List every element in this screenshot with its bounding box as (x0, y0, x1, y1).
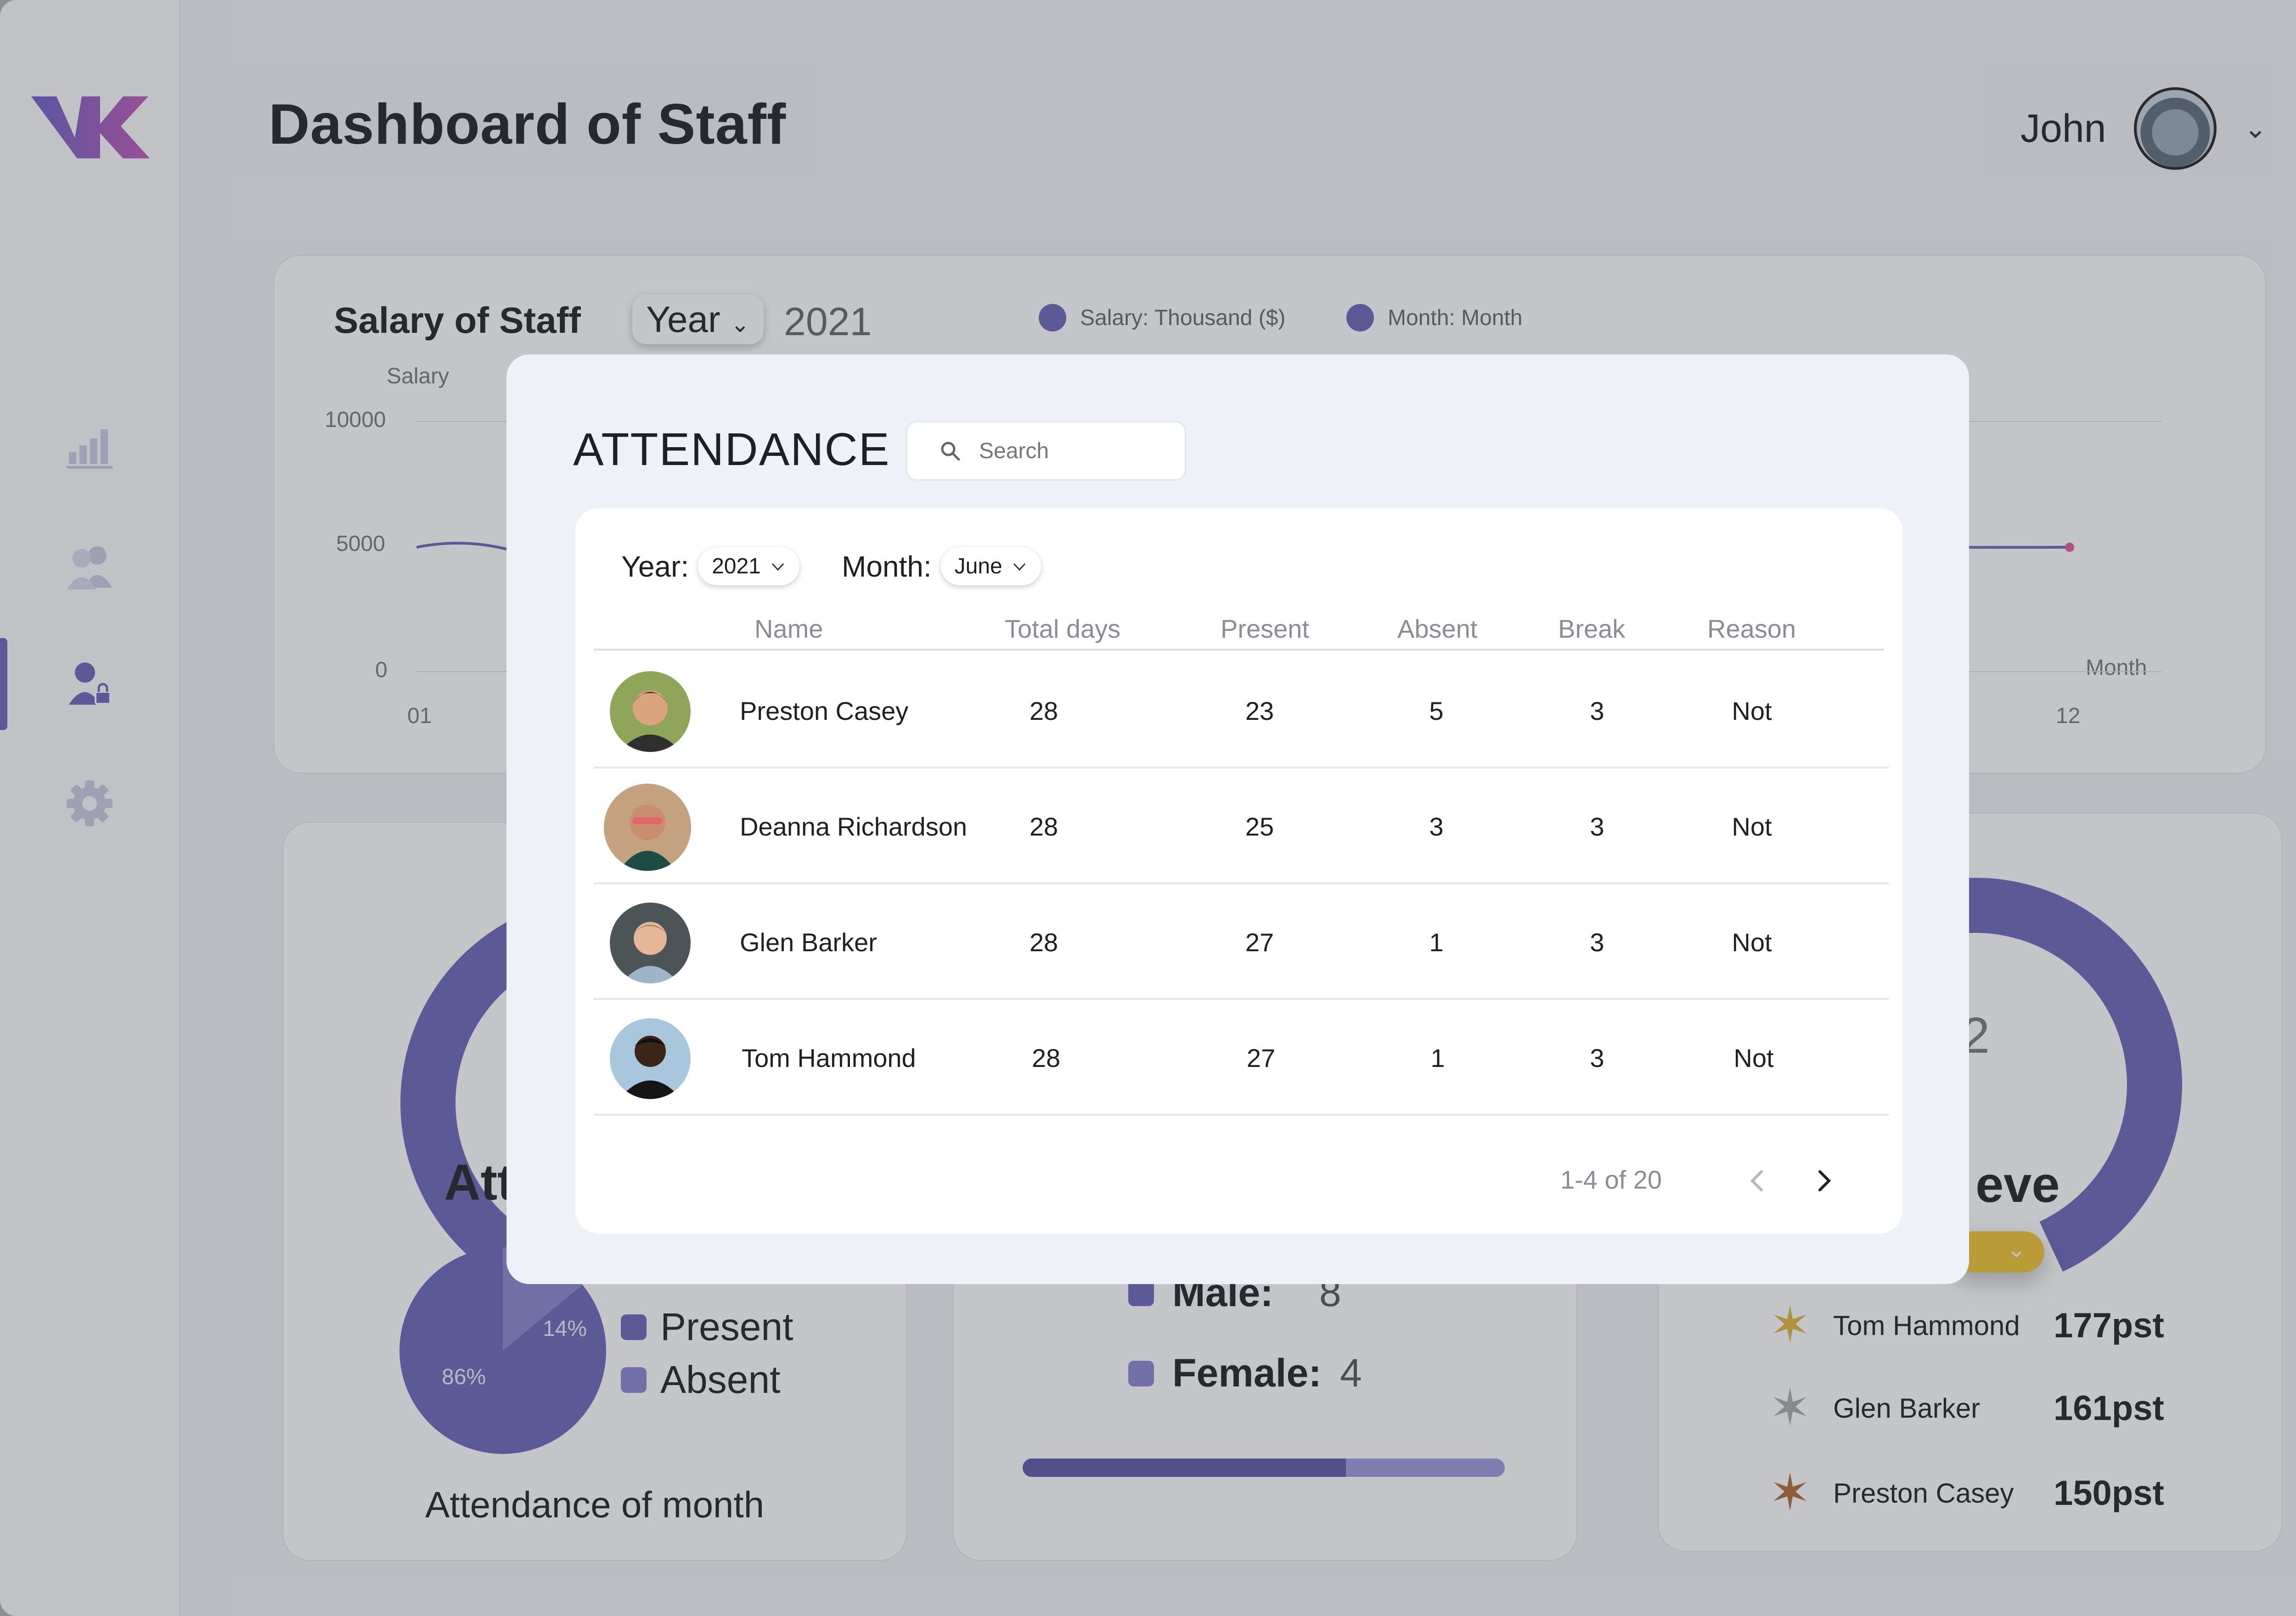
pagination-info: 1-4 of 20 (1560, 1165, 1662, 1194)
year-select-value: 2021 (712, 554, 761, 578)
cell-name: Glen Barker (740, 927, 877, 957)
cell-total-days: 28 (1031, 1043, 1061, 1072)
chevron-down-icon (1013, 563, 1025, 571)
cell-break: 3 (1590, 1043, 1604, 1072)
cell-break: 3 (1590, 927, 1604, 957)
cell-absent: 3 (1429, 812, 1444, 841)
cell-reason: Not (1732, 696, 1772, 725)
prev-page-button[interactable] (1739, 1162, 1776, 1199)
year-filter: Year: 2021 (621, 547, 799, 585)
column-header-break[interactable]: Break (1558, 614, 1625, 644)
month-select-value: June (954, 554, 1002, 578)
modal-title: ATTENDANCE (573, 424, 890, 475)
avatar (610, 671, 691, 752)
cell-absent: 1 (1430, 1043, 1445, 1072)
person-photo-icon (610, 671, 691, 752)
attendance-modal: ATTENDANCE Year: 2021 Month: June Name T… (506, 354, 1969, 1284)
month-select[interactable]: June (940, 547, 1041, 585)
cell-name: Deanna Richardson (740, 812, 967, 841)
person-photo-icon (610, 903, 691, 983)
column-header-reason[interactable]: Reason (1707, 614, 1796, 644)
cell-present: 27 (1245, 927, 1274, 957)
cell-present: 25 (1245, 812, 1274, 841)
cell-break: 3 (1590, 812, 1604, 841)
chevron-right-icon (1818, 1170, 1831, 1191)
cell-break: 3 (1590, 696, 1604, 725)
table-row[interactable]: Preston Casey 28 23 5 3 Not (594, 653, 1889, 769)
cell-present: 27 (1246, 1043, 1276, 1072)
year-filter-label: Year: (621, 550, 689, 583)
cell-reason: Not (1733, 1043, 1774, 1072)
cell-present: 23 (1245, 696, 1274, 725)
table-header: Name Total days Present Absent Break Rea… (594, 614, 1884, 651)
avatar (610, 1018, 691, 1099)
search-input[interactable] (979, 438, 1172, 464)
table-row[interactable]: Tom Hammond 28 27 1 3 Not (594, 1000, 1889, 1116)
column-header-total-days[interactable]: Total days (1005, 614, 1120, 644)
table-row[interactable]: Deanna Richardson 28 25 3 3 Not (594, 769, 1889, 884)
chevron-down-icon (771, 563, 784, 571)
attendance-table: Year: 2021 Month: June Name Total days P… (575, 508, 1902, 1234)
person-photo-icon (604, 784, 691, 871)
column-header-name[interactable]: Name (754, 614, 823, 644)
month-filter: Month: June (842, 547, 1041, 585)
avatar (604, 784, 691, 871)
column-header-present[interactable]: Present (1221, 614, 1309, 644)
avatar (610, 903, 691, 983)
chevron-left-icon (1750, 1170, 1763, 1191)
search-icon (941, 442, 960, 461)
person-photo-icon (610, 1018, 691, 1099)
cell-absent: 1 (1429, 927, 1444, 957)
cell-reason: Not (1732, 812, 1772, 841)
cell-name: Tom Hammond (742, 1043, 916, 1072)
month-filter-label: Month: (842, 550, 932, 583)
table-row[interactable]: Glen Barker 28 27 1 3 Not (594, 884, 1889, 1000)
cell-absent: 5 (1429, 696, 1444, 725)
year-select[interactable]: 2021 (698, 547, 799, 585)
cell-reason: Not (1732, 927, 1772, 957)
next-page-button[interactable] (1805, 1162, 1842, 1199)
cell-total-days: 28 (1029, 696, 1058, 725)
search-box[interactable] (906, 421, 1186, 481)
cell-name: Preston Casey (740, 696, 909, 725)
cell-total-days: 28 (1029, 812, 1058, 841)
cell-total-days: 28 (1029, 927, 1058, 957)
column-header-absent[interactable]: Absent (1397, 614, 1477, 644)
